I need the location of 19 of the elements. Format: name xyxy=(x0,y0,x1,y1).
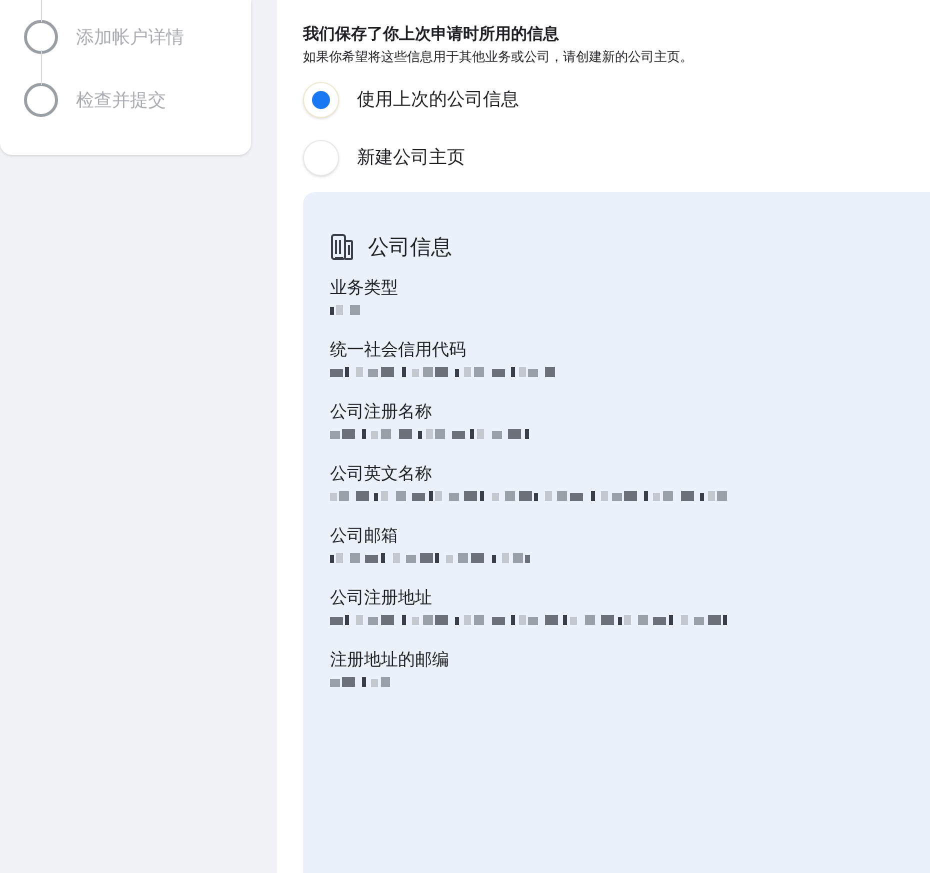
building-icon xyxy=(330,233,354,262)
radio-button[interactable] xyxy=(303,140,339,176)
field-label: 公司注册名称 xyxy=(330,401,433,423)
section-heading: 我们保存了你上次申请时所用的信息 xyxy=(303,23,560,45)
field-label: 公司注册地址 xyxy=(330,587,433,609)
step-label: 检查并提交 xyxy=(76,88,166,112)
step-label: 添加帐户详情 xyxy=(76,26,184,50)
radio-label[interactable]: 使用上次的公司信息 xyxy=(357,86,519,113)
radio-button[interactable] xyxy=(303,82,339,118)
radio-label[interactable]: 新建公司主页 xyxy=(357,144,465,171)
field-label: 公司邮箱 xyxy=(330,525,399,547)
card-title: 公司信息 xyxy=(368,234,452,260)
field-label: 业务类型 xyxy=(330,277,399,299)
redacted-value-drawing xyxy=(330,303,360,317)
section-description: 如果你希望将这些信息用于其他业务或公司，请创建新的公司主页。 xyxy=(303,49,694,67)
redacted-value-drawing xyxy=(330,675,390,689)
field-label: 统一社会信用代码 xyxy=(330,339,467,361)
field-label: 注册地址的邮编 xyxy=(330,649,450,671)
field-label: 公司英文名称 xyxy=(330,463,433,485)
